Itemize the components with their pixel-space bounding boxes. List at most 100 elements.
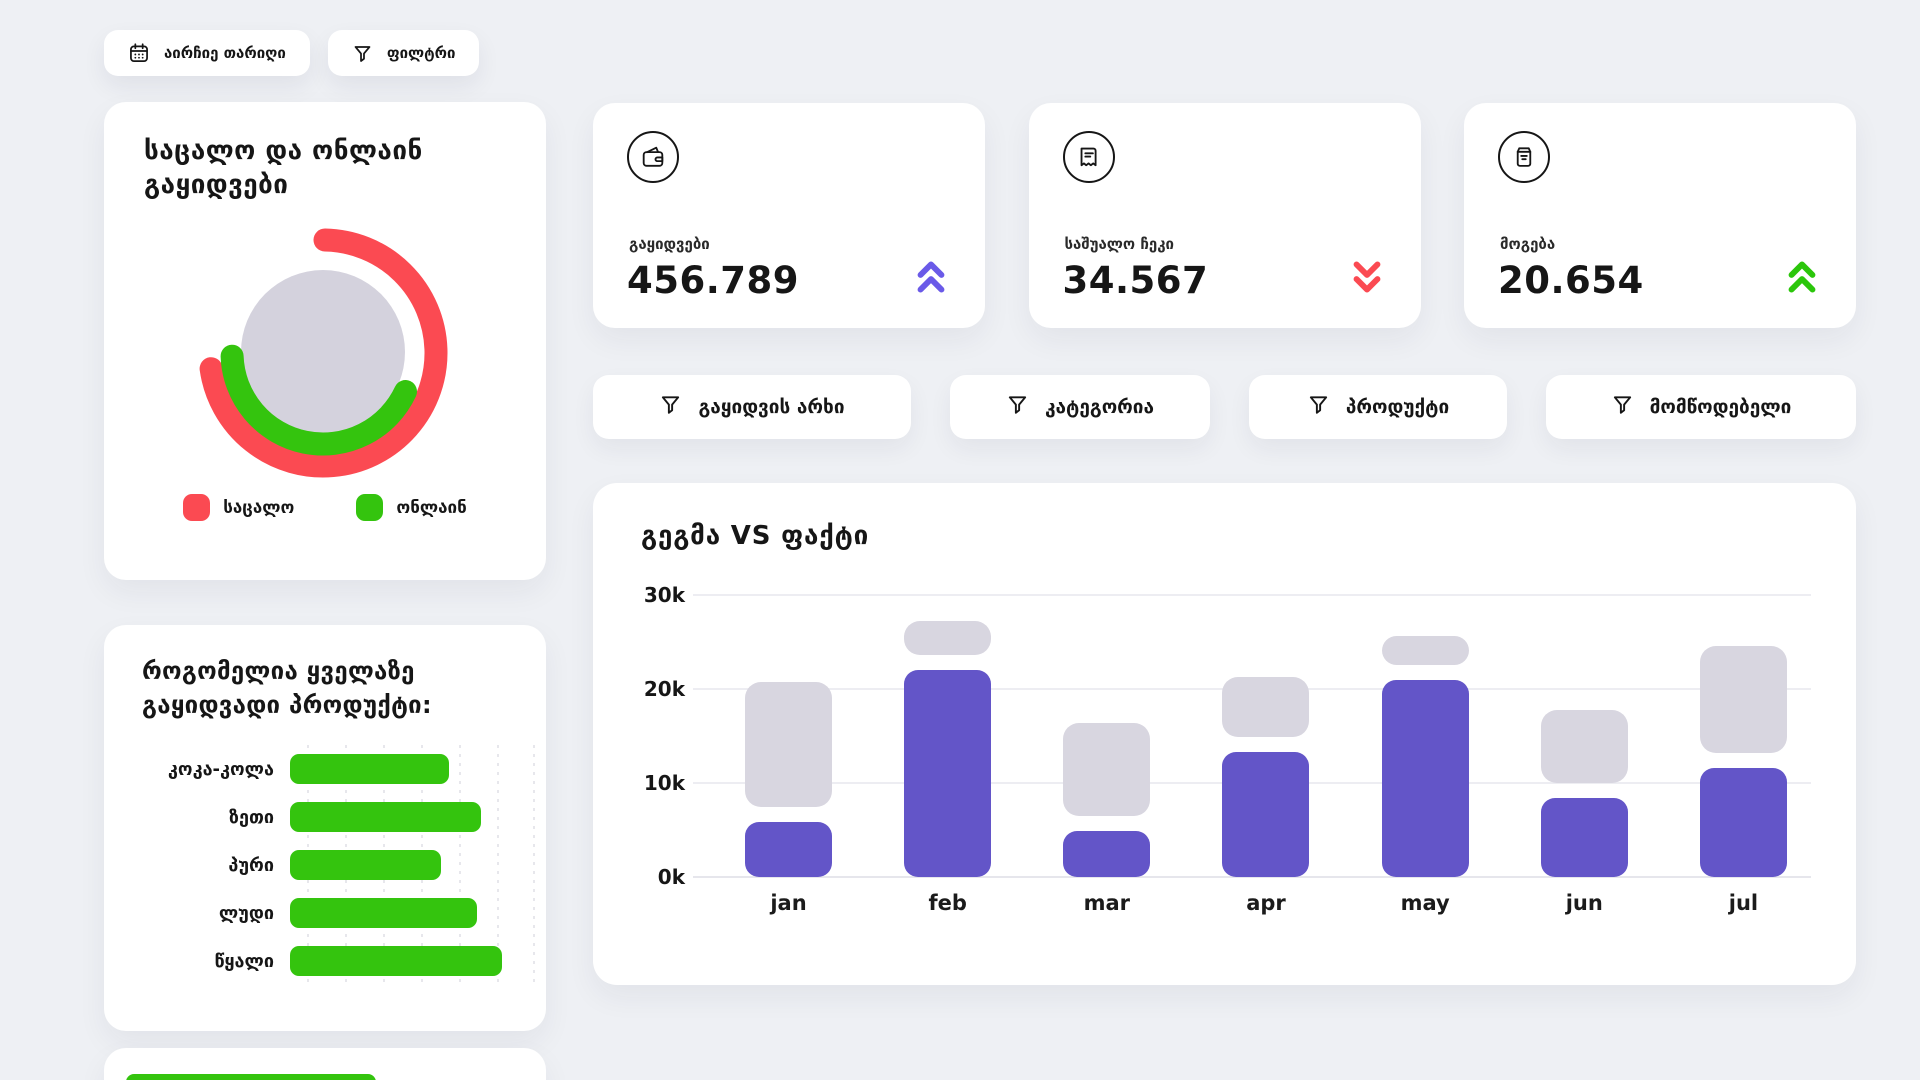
month-label: jan xyxy=(741,891,836,915)
product-row: კოკა-კოლა xyxy=(138,745,520,793)
product-bar xyxy=(290,850,441,880)
month-label: jul xyxy=(1696,891,1791,915)
bag-icon xyxy=(1498,131,1550,183)
stat-label: მოგება xyxy=(1500,235,1555,253)
legend-item: ონლაინ xyxy=(356,494,466,521)
donut-card-title: საცალო და ონლაინ გაყიდვები xyxy=(144,134,504,203)
filter-chip-3[interactable]: პროდუქტი xyxy=(1249,375,1507,439)
filter-button[interactable]: ფილტრი xyxy=(328,30,480,76)
product-label: წყალი xyxy=(138,951,290,972)
filter-chip-2[interactable]: კატეგორია xyxy=(950,375,1210,439)
product-row: ზეთი xyxy=(138,793,520,841)
y-tick-0k: 0k xyxy=(641,865,685,889)
plan-bar xyxy=(904,621,991,655)
receipt-icon xyxy=(1063,131,1115,183)
y-tick-30k: 30k xyxy=(641,583,685,607)
top-products-title: როგომელია ყველაზე გაყიდვადი პროდუქტი: xyxy=(142,655,522,722)
y-tick-20k: 20k xyxy=(641,677,685,701)
legend-item: საცალო xyxy=(183,494,294,521)
plan-bar xyxy=(1541,710,1628,783)
y-tick-10k: 10k xyxy=(641,771,685,795)
filter-chips-row: გაყიდვის არხი კატეგორია პროდუქტი მომწოდებელ… xyxy=(593,375,1856,439)
stat-label: საშუალო ჩეკი xyxy=(1065,235,1174,253)
fact-bar xyxy=(1063,831,1150,877)
calendar-icon xyxy=(128,42,150,64)
product-bar xyxy=(290,898,477,928)
trend-up-icon xyxy=(911,255,951,303)
product-label: ზეთი xyxy=(138,807,290,828)
stat-card-up: გაყიდვები 456.789 xyxy=(593,103,985,328)
donut-chart xyxy=(168,198,478,508)
top-products-card: როგომელია ყველაზე გაყიდვადი პროდუქტი: კო… xyxy=(104,625,546,1031)
month-label: feb xyxy=(900,891,995,915)
month-column-apr: apr xyxy=(1218,595,1313,877)
legend-label: ონლაინ xyxy=(396,498,466,518)
month-column-may: may xyxy=(1378,595,1473,877)
fact-bar xyxy=(904,670,991,877)
toolbar: აირჩიე თარიღი ფილტრი xyxy=(104,30,479,76)
stat-card-down: საშუალო ჩეკი 34.567 xyxy=(1029,103,1421,328)
partial-green-bar xyxy=(126,1074,376,1080)
plan-bar xyxy=(1222,677,1309,737)
retail-online-sales-card: საცალო და ონლაინ გაყიდვები საცალო ონლაინ xyxy=(104,102,546,580)
month-label: may xyxy=(1378,891,1473,915)
product-label: ლუდი xyxy=(138,903,290,924)
plan-bar xyxy=(1382,636,1469,664)
stat-value: 20.654 xyxy=(1498,259,1644,302)
product-row: პური xyxy=(138,841,520,889)
product-bars: კოკა-კოლა ზეთი პური ლუდი წყალი xyxy=(138,745,520,1003)
fact-bar xyxy=(1541,798,1628,877)
plan-vs-fact-card: გეგმა VS ფაქტი 0k 10k 20k 30k jan feb mar a… xyxy=(593,483,1856,985)
filter-chip-label: გაყიდვის არხი xyxy=(698,396,844,418)
product-bar xyxy=(290,754,449,784)
fact-bar xyxy=(745,822,832,877)
dashboard-page: აირჩიე თარიღი ფილტრი საცალო და ონლაინ გა… xyxy=(0,0,1920,1080)
legend-swatch xyxy=(356,494,383,521)
month-column-mar: mar xyxy=(1059,595,1154,877)
choose-date-label: აირჩიე თარიღი xyxy=(164,44,286,62)
product-bar xyxy=(290,946,502,976)
plan-vs-fact-plot: 0k10k20k30k jan feb mar apr may jun jul xyxy=(641,595,1811,877)
month-column-jun: jun xyxy=(1537,595,1632,877)
stat-label: გაყიდვები xyxy=(629,235,710,253)
funnel-icon xyxy=(1307,393,1330,421)
stat-cards-row: გაყიდვები 456.789 საშუალო ჩეკი 34.567 მო… xyxy=(593,103,1856,328)
funnel-icon xyxy=(1611,393,1634,421)
funnel-icon xyxy=(352,43,373,64)
trend-up-icon xyxy=(1782,255,1822,303)
plan-bar xyxy=(745,682,832,808)
month-column-jul: jul xyxy=(1696,595,1791,877)
product-bar xyxy=(290,802,481,832)
legend-swatch xyxy=(183,494,210,521)
filter-chip-4[interactable]: მომწოდებელი xyxy=(1546,375,1856,439)
trend-down-icon xyxy=(1347,255,1387,303)
filter-chip-1[interactable]: გაყიდვის არხი xyxy=(593,375,911,439)
funnel-icon xyxy=(659,393,682,421)
stat-card-up: მოგება 20.654 xyxy=(1464,103,1856,328)
choose-date-button[interactable]: აირჩიე თარიღი xyxy=(104,30,310,76)
fact-bar xyxy=(1700,768,1787,877)
plan-bar xyxy=(1063,723,1150,816)
fact-bar xyxy=(1382,680,1469,877)
month-label: mar xyxy=(1059,891,1154,915)
plan-bar xyxy=(1700,646,1787,753)
plan-vs-fact-title: გეგმა VS ფაქტი xyxy=(641,521,869,551)
month-column-jan: jan xyxy=(741,595,836,877)
partial-bottom-card xyxy=(104,1048,546,1080)
stat-value: 34.567 xyxy=(1063,259,1209,302)
stat-value: 456.789 xyxy=(627,259,799,302)
product-row: წყალი xyxy=(138,937,520,985)
month-column-feb: feb xyxy=(900,595,995,877)
product-label: პური xyxy=(138,855,290,876)
filter-label: ფილტრი xyxy=(387,44,456,62)
filter-chip-label: მომწოდებელი xyxy=(1650,396,1792,418)
funnel-icon xyxy=(1006,393,1029,421)
product-row: ლუდი xyxy=(138,889,520,937)
wallet-icon xyxy=(627,131,679,183)
legend-label: საცალო xyxy=(223,498,294,518)
product-label: კოკა-კოლა xyxy=(138,759,290,780)
filter-chip-label: კატეგორია xyxy=(1045,396,1154,418)
donut-legend: საცალო ონლაინ xyxy=(104,494,546,521)
month-label: apr xyxy=(1218,891,1313,915)
fact-bar xyxy=(1222,752,1309,877)
